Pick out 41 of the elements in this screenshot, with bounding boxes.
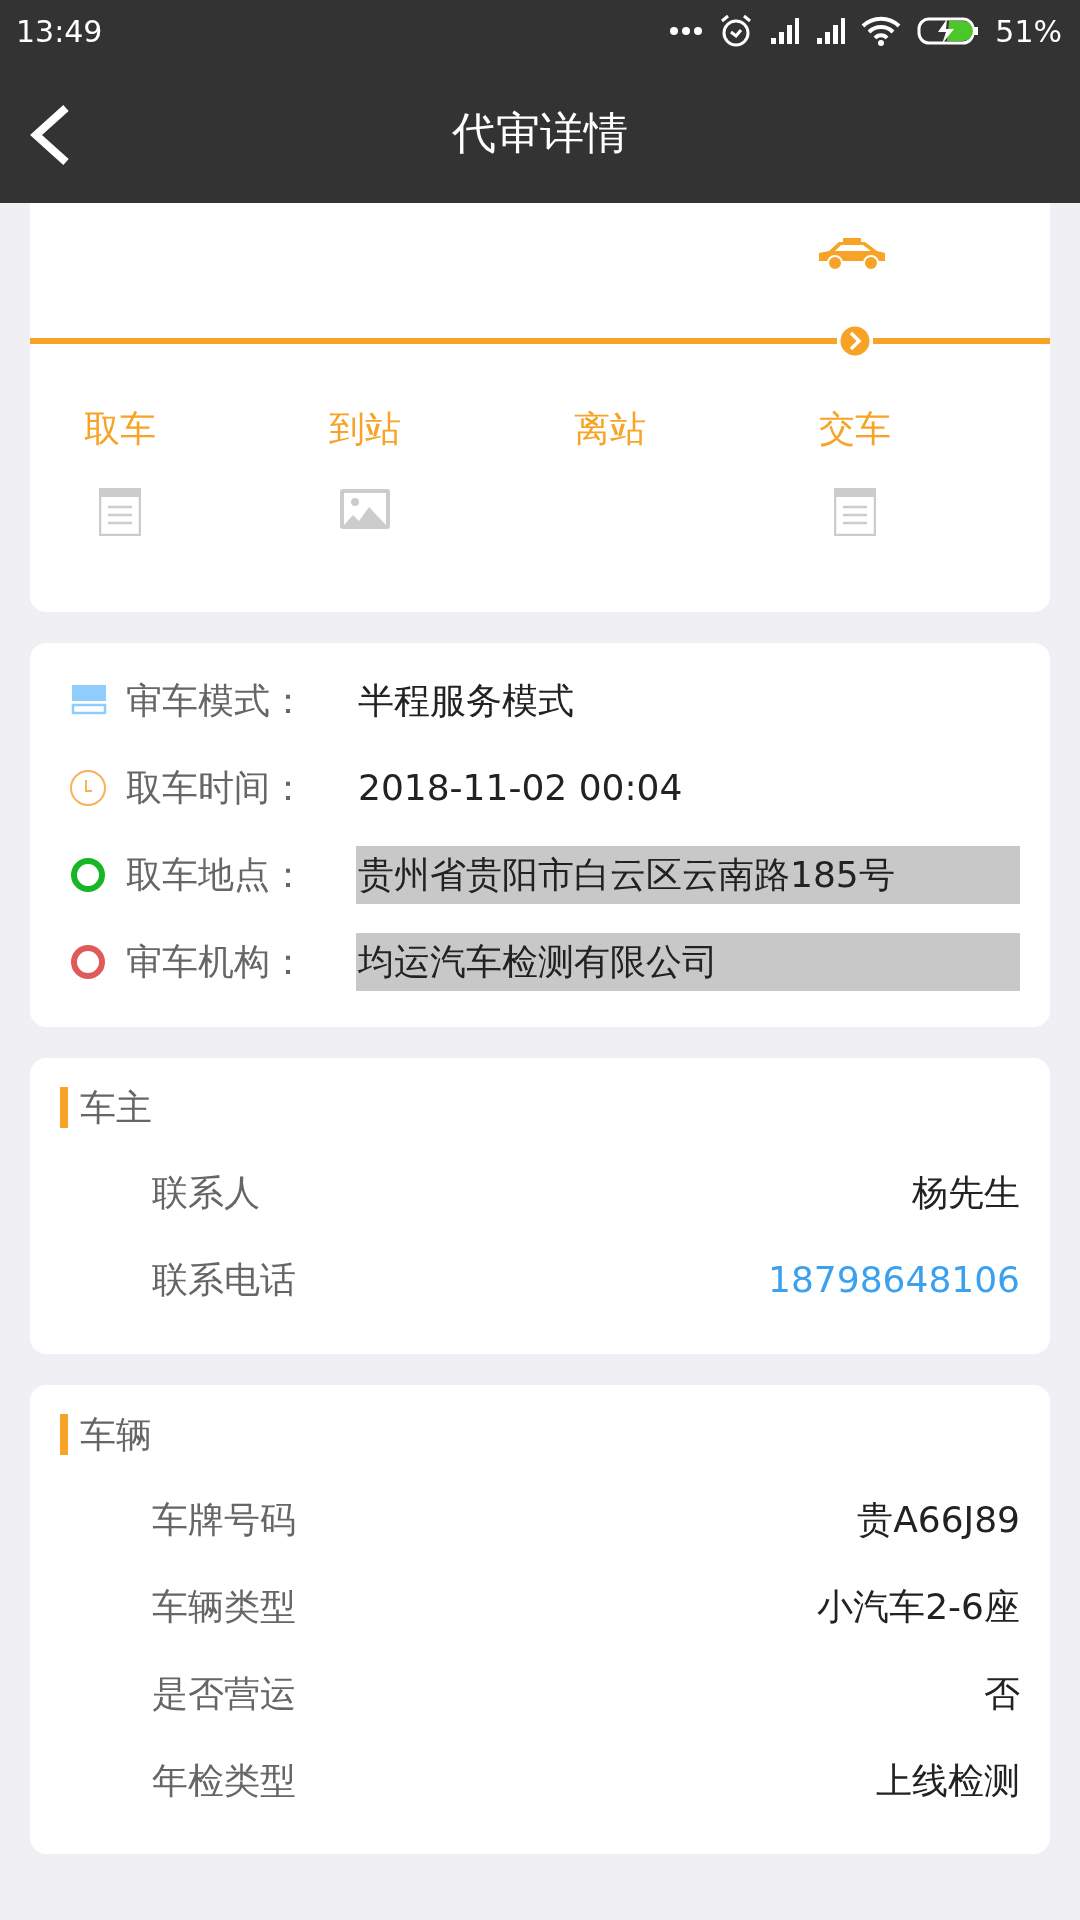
field-label: 取车地点： [126,852,307,897]
row-value: 小汽车2-6座 [817,1584,1020,1629]
field-value: 均运汽车检测有限公司 [356,932,1020,991]
phone-link[interactable]: 18798648106 [768,1253,1020,1308]
field-value: 贵州省贵阳市白云区云南路185号 [356,845,1020,904]
signal-icon [815,16,846,46]
row-value: 上线检测 [876,1758,1020,1803]
field-label: 取车时间： [126,765,307,810]
signal-icon [769,16,800,46]
more-icon [669,26,704,36]
alarm-icon [719,14,754,48]
row-value: 贵A66J89 [857,1497,1020,1542]
ring-icon [70,943,108,980]
document-icon [834,488,876,536]
section-title: 车主 [60,1087,152,1128]
wifi-icon [861,16,902,46]
row-label: 车辆类型 [152,1584,296,1629]
row-label: 是否营运 [152,1671,296,1716]
status-time: 13:49 [16,12,103,51]
image-icon [339,488,391,530]
field-label: 审车模式： [126,678,307,723]
row-value: 否 [984,1671,1020,1716]
row-label: 联系人 [152,1171,260,1216]
step-label: 交车 [819,407,891,451]
page-title: 代审详情 [452,105,628,160]
document-icon [99,488,141,536]
ring-icon [70,856,108,893]
step-label: 取车 [84,407,156,451]
step-label: 到站 [329,407,401,451]
row-value: 杨先生 [912,1171,1020,1216]
clock-icon [70,769,108,806]
step-label: 离站 [574,407,646,451]
field-value: 半程服务模式 [357,678,575,723]
battery-icon [917,16,980,46]
row-label: 车牌号码 [152,1497,296,1542]
row-label: 联系电话 [152,1258,296,1303]
field-label: 审车机构： [126,939,307,984]
row-label: 年检类型 [152,1758,296,1803]
section-title: 车辆 [60,1413,152,1455]
battery-percent: 51% [995,12,1062,51]
field-value: 2018-11-02 00:04 [357,765,684,810]
